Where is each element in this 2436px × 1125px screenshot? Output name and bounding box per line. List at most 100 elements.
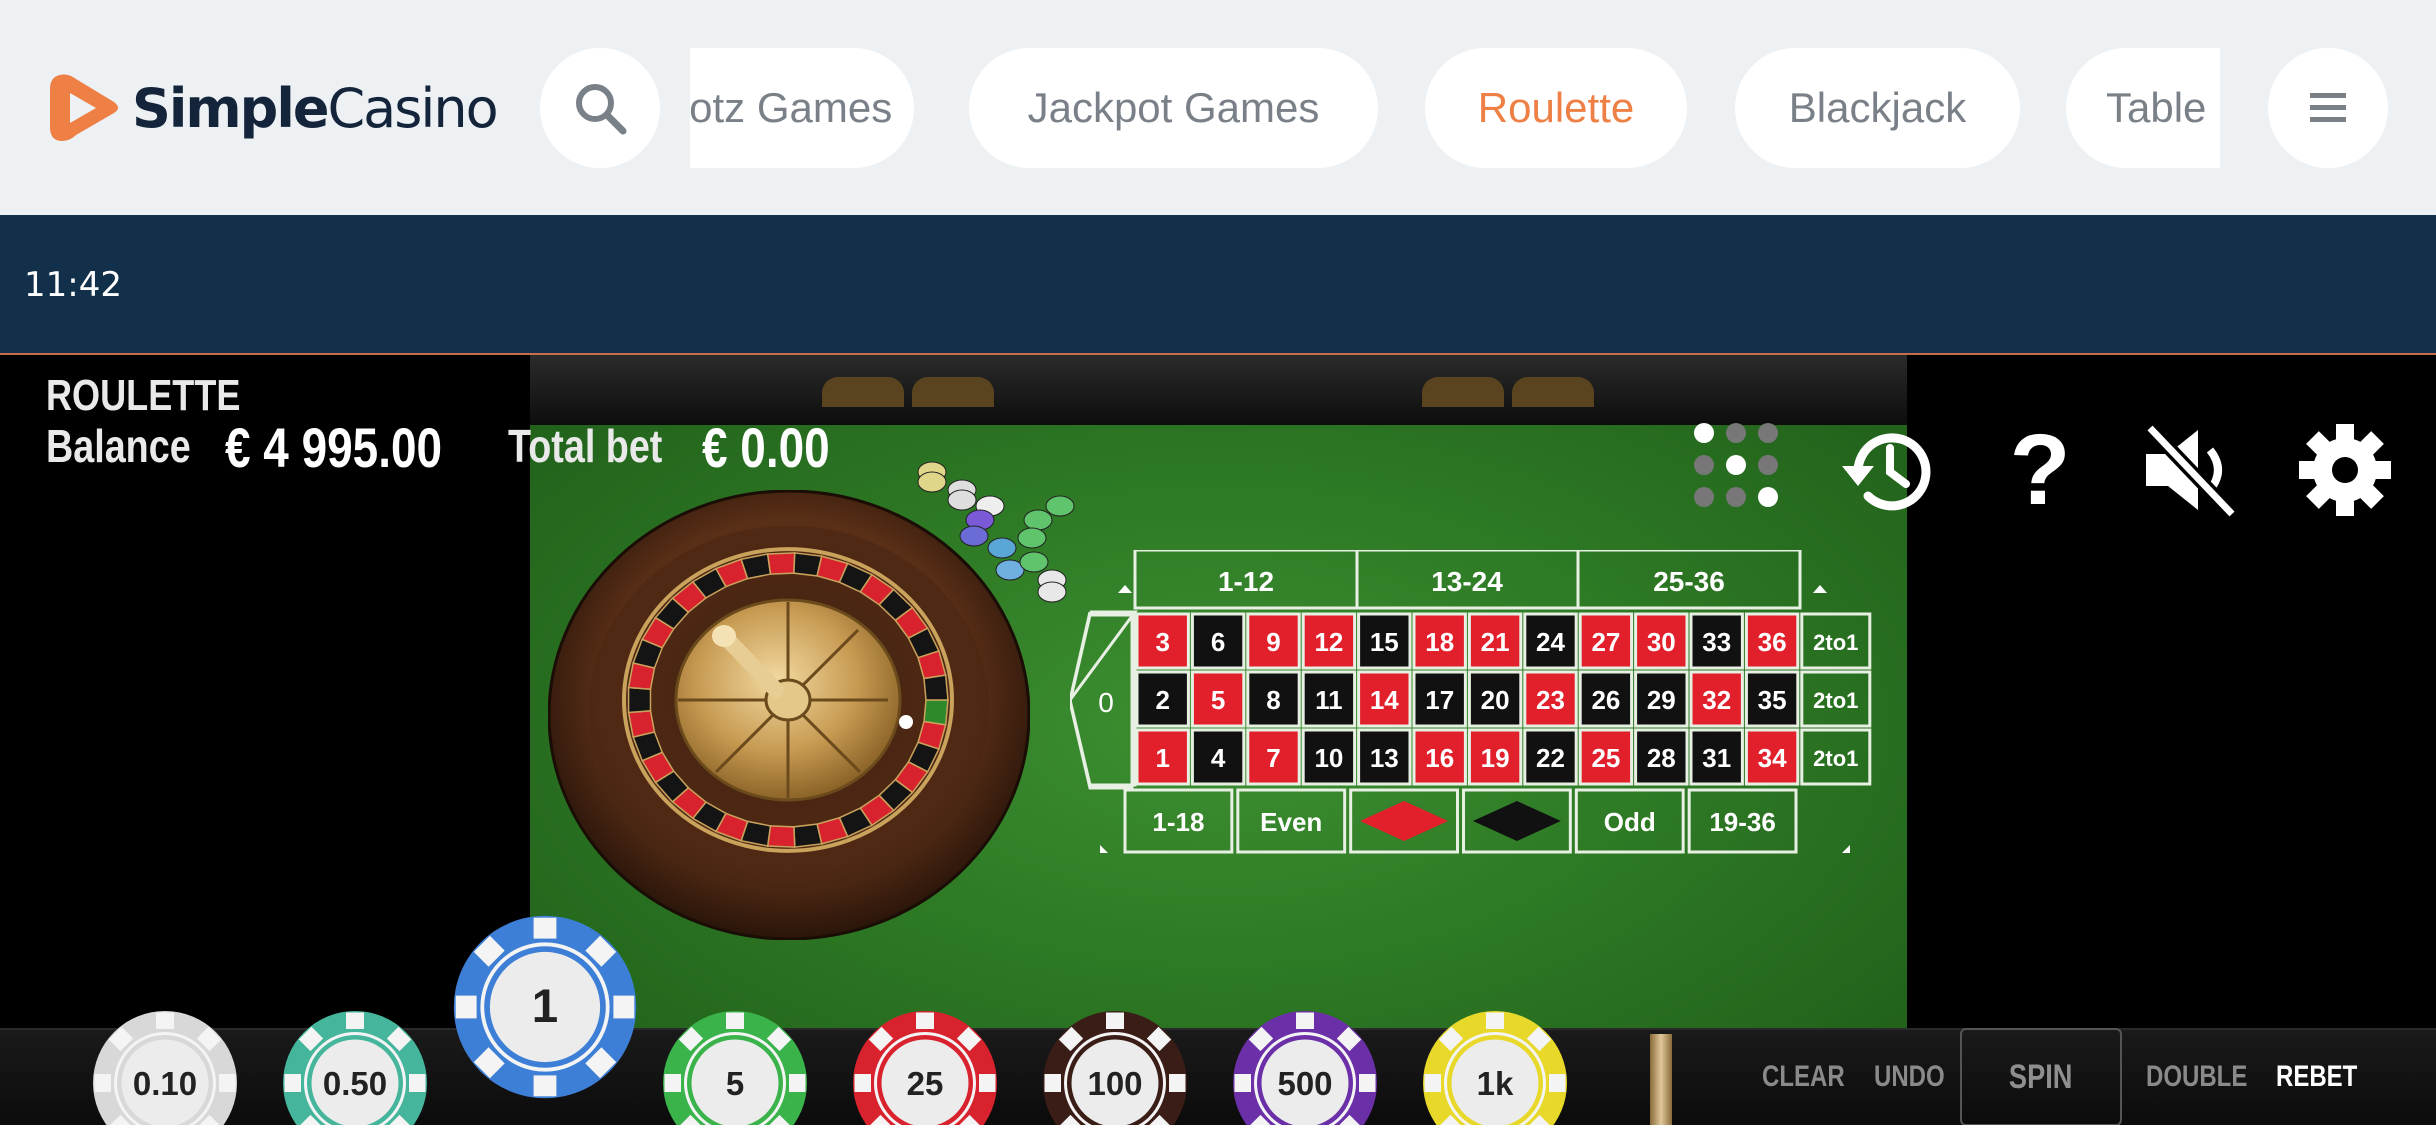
number-label: 27 (1591, 627, 1620, 657)
bet-cell-14[interactable]: 14 (1357, 670, 1412, 728)
dozen-bet-1[interactable]: 1-12 (1218, 566, 1274, 597)
simplecasino-logo[interactable]: SimpleCasino (46, 68, 499, 148)
bet-1-18[interactable]: 1-18 (1123, 788, 1234, 854)
outside-bet-label: 1-18 (1152, 807, 1204, 837)
dozen-bet-3[interactable]: 25-36 (1653, 566, 1725, 597)
chip-1[interactable]: 1 (450, 912, 640, 1102)
tab-slotz-games[interactable]: Slotz Games (690, 48, 914, 168)
outside-bet-label: Even (1260, 807, 1322, 837)
chip-0-50[interactable]: 0.50 (280, 1008, 430, 1125)
number-label: 25 (1591, 743, 1620, 773)
betting-board: 1-12 13-24 25-36 0 32165498712111015141318… (1070, 550, 1872, 854)
bet-cell-13[interactable]: 13 (1357, 728, 1412, 786)
undo-button[interactable]: UNDO (1874, 1060, 1945, 1094)
bet-cell-23[interactable]: 23 (1523, 670, 1578, 728)
bet-cell-30[interactable]: 30 (1634, 612, 1689, 670)
chip-5[interactable]: 5 (660, 1008, 810, 1125)
bet-cell-9[interactable]: 9 (1246, 612, 1301, 670)
column-bet-label: 2to1 (1813, 746, 1858, 771)
bet-cell-26[interactable]: 26 (1578, 670, 1634, 728)
history-icon[interactable] (1838, 420, 1938, 520)
number-label: 10 (1314, 743, 1343, 773)
bet-19-36[interactable]: 19-36 (1687, 788, 1798, 854)
clock: 11:42 (24, 265, 122, 305)
search-icon (576, 84, 627, 135)
bet-cell-16[interactable]: 16 (1412, 728, 1467, 786)
bet-cell-34[interactable]: 34 (1744, 728, 1800, 786)
tab-roulette[interactable]: Roulette (1425, 48, 1687, 168)
bet-red[interactable] (1349, 788, 1459, 854)
bet-cell-11[interactable]: 11 (1301, 670, 1357, 728)
bottom-action-bar: 0.10 0.50 1 5 25 100 500 1k CLEAR UNDO SPIN DOU… (0, 915, 2436, 1125)
rebet-button[interactable]: REBET (2276, 1060, 2357, 1094)
bet-cell-6[interactable]: 6 (1190, 612, 1246, 670)
bet-odd[interactable]: Odd (1574, 788, 1685, 854)
dozen-label: 1-12 (1218, 566, 1274, 597)
bet-cell-15[interactable]: 15 (1357, 612, 1412, 670)
balance-label: Balance (46, 420, 191, 472)
tab-table[interactable]: Table (2066, 48, 2220, 168)
bet-cell-24[interactable]: 24 (1523, 612, 1578, 670)
bet-cell-27[interactable]: 27 (1578, 612, 1634, 670)
bet-cell-36[interactable]: 36 (1744, 612, 1800, 670)
bet-cell-21[interactable]: 21 (1467, 612, 1523, 670)
help-icon[interactable]: ? (1990, 420, 2090, 520)
bet-cell-19[interactable]: 19 (1467, 728, 1523, 786)
bet-cell-1[interactable]: 1 (1135, 728, 1190, 786)
settings-gear-icon[interactable] (2295, 420, 2395, 520)
double-button[interactable]: DOUBLE (2146, 1060, 2247, 1094)
bet-cell-zero[interactable]: 0 (1070, 613, 1134, 790)
bet-cell-25[interactable]: 25 (1578, 728, 1634, 786)
clear-button[interactable]: CLEAR (1762, 1060, 1845, 1094)
bet-cell-2[interactable]: 2 (1135, 670, 1190, 728)
layout-dots-icon[interactable] (1688, 417, 1784, 513)
number-label: 2 (1155, 685, 1169, 715)
number-label: 28 (1647, 743, 1676, 773)
bet-cell-29[interactable]: 29 (1634, 670, 1689, 728)
spin-button[interactable]: SPIN (1960, 1028, 2122, 1125)
bet-cell-4[interactable]: 4 (1190, 728, 1246, 786)
bet-cell-10[interactable]: 10 (1301, 728, 1357, 786)
menu-button[interactable] (2268, 48, 2388, 168)
bet-cell-5[interactable]: 5 (1190, 670, 1246, 728)
number-label: 24 (1536, 627, 1565, 657)
tab-blackjack[interactable]: Blackjack (1735, 48, 2020, 168)
chip-0-10[interactable]: 0.10 (90, 1008, 240, 1125)
search-button[interactable] (540, 48, 660, 168)
column-bet-1[interactable]: 2to1 (1800, 612, 1872, 670)
bet-cell-22[interactable]: 22 (1523, 728, 1578, 786)
sound-muted-icon[interactable] (2140, 420, 2240, 520)
number-label: 19 (1481, 743, 1510, 773)
total-bet-label: Total bet (508, 420, 663, 472)
bet-cell-33[interactable]: 33 (1689, 612, 1744, 670)
chip-value: 1 (532, 980, 558, 1033)
number-label: 33 (1702, 627, 1731, 657)
bet-cell-8[interactable]: 8 (1246, 670, 1301, 728)
bet-cell-3[interactable]: 3 (1135, 612, 1190, 670)
column-bet-2[interactable]: 2to1 (1800, 670, 1872, 728)
bet-cell-18[interactable]: 18 (1412, 612, 1467, 670)
bet-cell-31[interactable]: 31 (1689, 728, 1744, 786)
bet-cell-17[interactable]: 17 (1412, 670, 1467, 728)
column-bet-3[interactable]: 2to1 (1800, 728, 1872, 786)
chip-100[interactable]: 100 (1040, 1008, 1190, 1125)
chip-1k[interactable]: 1k (1420, 1008, 1570, 1125)
category-tabs: Slotz Games Jackpot Games Roulette Black… (690, 48, 2220, 168)
chip-25[interactable]: 25 (850, 1008, 1000, 1125)
number-label: 1 (1155, 743, 1169, 773)
bet-cell-32[interactable]: 32 (1689, 670, 1744, 728)
number-label: 26 (1591, 685, 1620, 715)
bet-cell-20[interactable]: 20 (1467, 670, 1523, 728)
bet-cell-28[interactable]: 28 (1634, 728, 1689, 786)
chip-value: 500 (1277, 1065, 1332, 1102)
dozen-bet-2[interactable]: 13-24 (1431, 566, 1503, 597)
bet-black[interactable] (1462, 788, 1572, 854)
number-label: 36 (1758, 627, 1787, 657)
bet-cell-7[interactable]: 7 (1246, 728, 1301, 786)
bet-cell-12[interactable]: 12 (1301, 612, 1357, 670)
chip-value: 0.50 (323, 1065, 387, 1102)
bet-cell-35[interactable]: 35 (1744, 670, 1800, 728)
tab-jackpot-games[interactable]: Jackpot Games (969, 48, 1378, 168)
chip-500[interactable]: 500 (1230, 1008, 1380, 1125)
bet-even[interactable]: Even (1236, 788, 1347, 854)
